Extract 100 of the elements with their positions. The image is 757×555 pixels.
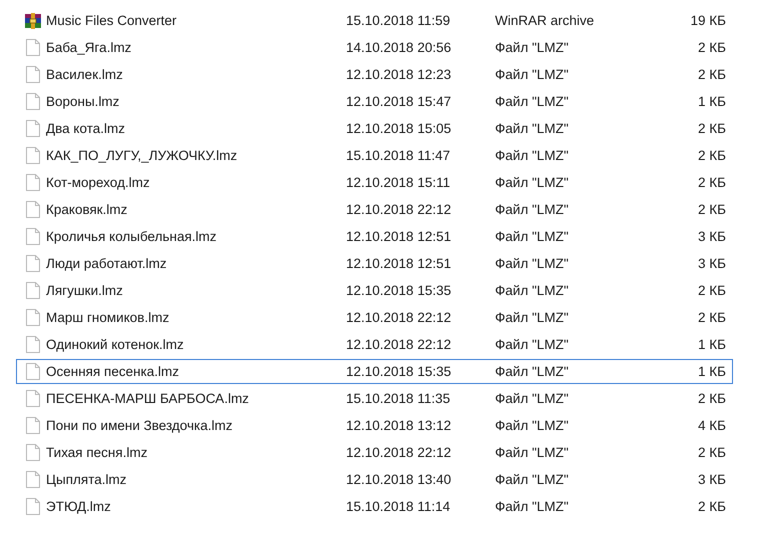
document-icon — [26, 66, 40, 83]
file-row[interactable]: Вороны.lmz 12.10.2018 15:47 Файл "LMZ" 1 КБ — [16, 89, 733, 114]
file-size: 2 КБ — [697, 175, 727, 190]
file-row[interactable]: Одинокий котенок.lmz 12.10.2018 22:12 Файл "LMZ" 1 КБ — [16, 332, 733, 357]
file-name: Баба_Яга.lmz — [46, 40, 132, 55]
document-icon — [26, 471, 40, 488]
file-type: Файл "LMZ" — [495, 229, 570, 244]
file-name: Марш гномиков.lmz — [46, 310, 170, 325]
date-modified: 12.10.2018 15:11 — [346, 175, 452, 190]
date-modified: 12.10.2018 22:12 — [346, 202, 452, 217]
document-icon — [26, 417, 40, 434]
date-modified: 12.10.2018 22:12 — [346, 310, 452, 325]
file-row[interactable]: КАК_ПО_ЛУГУ,_ЛУЖОЧКУ.lmz 15.10.2018 11:47 Файл "LMZ" 2 КБ — [16, 143, 733, 168]
file-row[interactable]: Василек.lmz 12.10.2018 12:23 Файл "LMZ" 2 КБ — [16, 62, 733, 87]
document-icon — [26, 39, 40, 56]
file-size: 1 КБ — [697, 94, 727, 109]
date-modified: 12.10.2018 15:47 — [346, 94, 452, 109]
file-size: 1 КБ — [697, 364, 727, 379]
file-row[interactable]: Марш гномиков.lmz 12.10.2018 22:12 Файл "LMZ" 2 КБ — [16, 305, 733, 330]
document-icon — [26, 363, 40, 380]
file-row[interactable]: Люди работают.lmz 12.10.2018 12:51 Файл "LMZ" 3 КБ — [16, 251, 733, 276]
file-name: ЭТЮД.lmz — [46, 499, 112, 514]
file-name: Пони по имени Звездочка.lmz — [46, 418, 234, 433]
file-row[interactable]: Цыплята.lmz 12.10.2018 13:40 Файл "LMZ" 3 КБ — [16, 467, 733, 492]
file-size: 2 КБ — [697, 40, 727, 55]
file-row[interactable]: Тихая песня.lmz 12.10.2018 22:12 Файл "LMZ" 2 КБ — [16, 440, 733, 465]
file-size: 2 КБ — [697, 283, 727, 298]
file-row[interactable]: Баба_Яга.lmz 14.10.2018 20:56 Файл "LMZ" 2 КБ — [16, 35, 733, 60]
document-icon — [26, 390, 40, 407]
file-type: Файл "LMZ" — [495, 445, 570, 460]
document-icon — [26, 201, 40, 218]
document-icon — [26, 255, 40, 272]
date-modified: 15.10.2018 11:47 — [346, 148, 452, 163]
date-modified: 15.10.2018 11:14 — [346, 499, 452, 514]
file-size: 2 КБ — [697, 445, 727, 460]
file-type: Файл "LMZ" — [495, 310, 570, 325]
file-type: Файл "LMZ" — [495, 202, 570, 217]
document-icon — [26, 444, 40, 461]
file-row[interactable]: Кроличья колыбельная.lmz 12.10.2018 12:51 Файл "LMZ" 3 КБ — [16, 224, 733, 249]
file-type: Файл "LMZ" — [495, 256, 570, 271]
file-type: Файл "LMZ" — [495, 391, 570, 406]
document-icon — [26, 120, 40, 137]
document-icon — [26, 282, 40, 299]
file-size: 1 КБ — [697, 337, 727, 352]
file-type: Файл "LMZ" — [495, 148, 570, 163]
file-name: Василек.lmz — [46, 67, 124, 82]
file-row[interactable]: ЭТЮД.lmz 15.10.2018 11:14 Файл "LMZ" 2 КБ — [16, 494, 733, 519]
document-icon — [26, 309, 40, 326]
file-name: Кот-мореход.lmz — [46, 175, 151, 190]
file-row[interactable]: Осенняя песенка.lmz 12.10.2018 15:35 Файл "LMZ" 1 КБ — [16, 359, 733, 384]
date-modified: 15.10.2018 11:59 — [346, 13, 452, 28]
file-size: 2 КБ — [697, 310, 727, 325]
date-modified: 12.10.2018 22:12 — [346, 445, 452, 460]
date-modified: 12.10.2018 15:35 — [346, 364, 452, 379]
file-type: Файл "LMZ" — [495, 40, 570, 55]
document-icon — [26, 93, 40, 110]
file-row[interactable]: ПЕСЕНКА-МАРШ БАРБОСА.lmz 15.10.2018 11:35 Файл "LMZ" 2 КБ — [16, 386, 733, 411]
file-type: WinRAR archive — [495, 13, 596, 28]
file-type: Файл "LMZ" — [495, 94, 570, 109]
file-size: 3 КБ — [697, 229, 727, 244]
file-size: 2 КБ — [697, 67, 727, 82]
file-name: Одинокий котенок.lmz — [46, 337, 185, 352]
file-size: 19 КБ — [690, 13, 727, 28]
date-modified: 12.10.2018 12:51 — [346, 229, 452, 244]
file-size: 2 КБ — [697, 121, 727, 136]
file-row[interactable]: Кот-мореход.lmz 12.10.2018 15:11 Файл "LMZ" 2 КБ — [16, 170, 733, 195]
date-modified: 12.10.2018 15:05 — [346, 121, 452, 136]
date-modified: 12.10.2018 13:40 — [346, 472, 452, 487]
file-name: Тихая песня.lmz — [46, 445, 148, 460]
date-modified: 14.10.2018 20:56 — [346, 40, 452, 55]
file-name: Вороны.lmz — [46, 94, 120, 109]
file-size: 2 КБ — [697, 391, 727, 406]
archive-icon — [25, 12, 41, 28]
file-type: Файл "LMZ" — [495, 175, 570, 190]
document-icon — [26, 147, 40, 164]
file-type: Файл "LMZ" — [495, 67, 570, 82]
file-row[interactable]: Краковяк.lmz 12.10.2018 22:12 Файл "LMZ" 2 КБ — [16, 197, 733, 222]
file-row[interactable]: Music Files Converter 15.10.2018 11:59 WinRAR archive 19 КБ — [16, 8, 733, 33]
file-name: Два кота.lmz — [46, 121, 126, 136]
file-row[interactable]: Лягушки.lmz 12.10.2018 15:35 Файл "LMZ" 2 КБ — [16, 278, 733, 303]
document-icon — [26, 228, 40, 245]
file-type: Файл "LMZ" — [495, 418, 570, 433]
document-icon — [26, 498, 40, 515]
file-name: Music Files Converter — [46, 13, 178, 28]
document-icon — [26, 336, 40, 353]
file-type: Файл "LMZ" — [495, 472, 570, 487]
date-modified: 12.10.2018 12:51 — [346, 256, 452, 271]
file-size: 2 КБ — [697, 148, 727, 163]
file-row[interactable]: Два кота.lmz 12.10.2018 15:05 Файл "LMZ" 2 КБ — [16, 116, 733, 141]
file-type: Файл "LMZ" — [495, 283, 570, 298]
file-name: Осенняя песенка.lmz — [46, 364, 180, 379]
file-name: Кроличья колыбельная.lmz — [46, 229, 218, 244]
file-size: 2 КБ — [697, 202, 727, 217]
file-row[interactable]: Пони по имени Звездочка.lmz 12.10.2018 13:12 Файл "LMZ" 4 КБ — [16, 413, 733, 438]
file-name: Краковяк.lmz — [46, 202, 128, 217]
file-type: Файл "LMZ" — [495, 337, 570, 352]
file-size: 3 КБ — [697, 256, 727, 271]
document-icon — [26, 174, 40, 191]
file-type: Файл "LMZ" — [495, 499, 570, 514]
file-name: Цыплята.lmz — [46, 472, 128, 487]
